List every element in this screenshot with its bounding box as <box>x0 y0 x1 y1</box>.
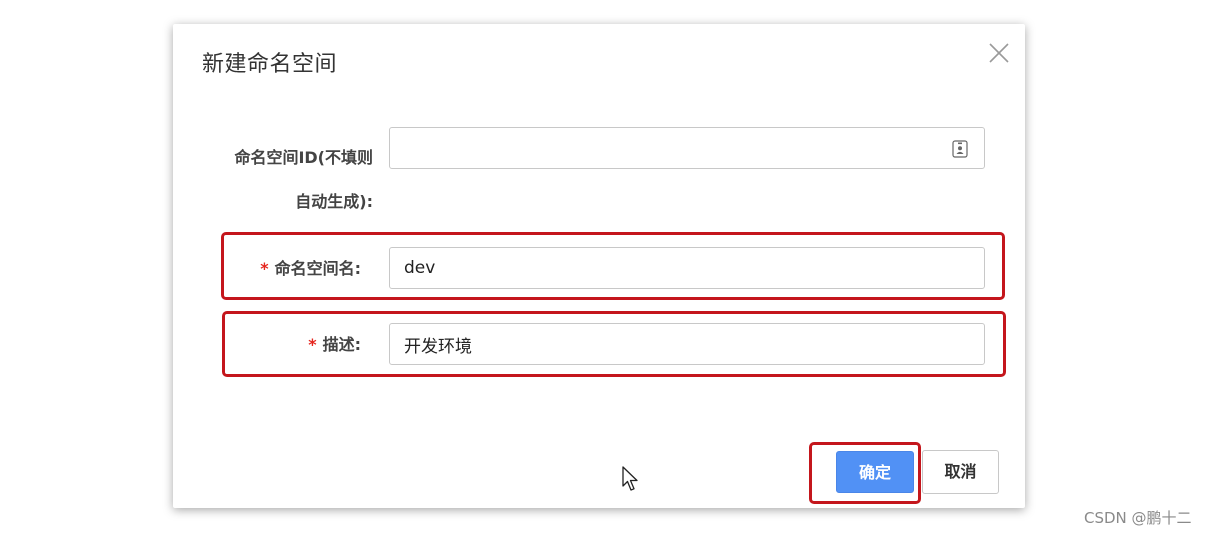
mouse-cursor-icon <box>622 466 638 491</box>
description-input[interactable] <box>389 323 985 365</box>
required-mark: * <box>260 259 269 278</box>
namespace-id-input[interactable] <box>389 127 985 169</box>
new-namespace-dialog: 新建命名空间 命名空间ID(不填则 自动生成): * 命名空间名: * 描述: <box>173 24 1025 508</box>
close-icon[interactable] <box>988 42 1010 64</box>
required-mark: * <box>308 335 317 354</box>
namespace-id-label-line2: 自动生成): <box>295 192 373 211</box>
description-label: * 描述: <box>213 330 361 360</box>
contact-card-icon[interactable] <box>952 140 968 158</box>
namespace-name-label: * 命名空间名: <box>213 254 361 284</box>
namespace-name-input[interactable] <box>389 247 985 289</box>
namespace-id-label: 命名空间ID(不填则 自动生成): <box>201 136 373 224</box>
namespace-name-label-text: 命名空间名: <box>274 259 361 278</box>
description-label-text: 描述: <box>322 335 361 354</box>
watermark: CSDN @鹏十二 <box>1084 509 1192 527</box>
dialog-title: 新建命名空间 <box>202 52 338 77</box>
namespace-id-label-line1: 命名空间ID(不填则 <box>234 148 373 167</box>
cancel-button[interactable]: 取消 <box>922 450 999 494</box>
confirm-button[interactable]: 确定 <box>836 451 914 493</box>
screenshot-stage: 新建命名空间 命名空间ID(不填则 自动生成): * 命名空间名: * 描述: <box>0 0 1229 536</box>
